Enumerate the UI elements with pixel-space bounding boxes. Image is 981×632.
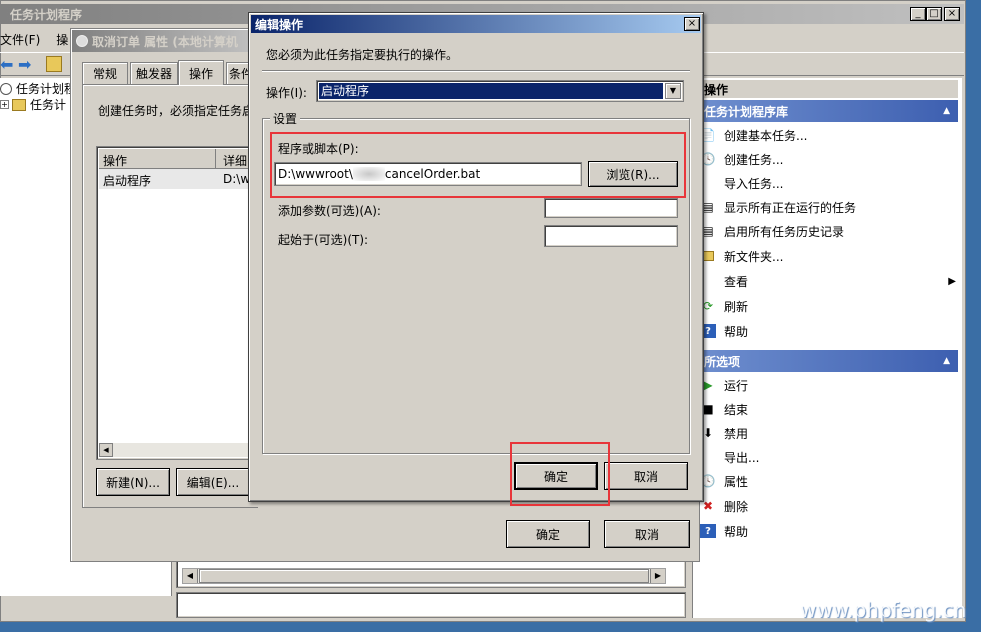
action-create-task[interactable]: 🕓 创建任务...: [700, 148, 784, 170]
collapse-icon[interactable]: ▲: [943, 106, 950, 116]
table-header: 操作 详细: [99, 149, 251, 169]
scroll-left-button[interactable]: ◀: [99, 443, 113, 457]
action-enable-history[interactable]: ▤ 启用所有任务历史记录: [700, 220, 844, 242]
tree-item-library[interactable]: + 任务计: [0, 96, 66, 113]
edit-action-button[interactable]: 编辑(E)...: [176, 468, 250, 496]
section-selected-header[interactable]: 所选项 ▲: [694, 350, 958, 372]
tab-actions[interactable]: 操作: [178, 60, 224, 85]
menu-action[interactable]: 操: [56, 31, 68, 48]
settings-group-label: 设置: [270, 110, 301, 127]
action-disable[interactable]: ⬇ 禁用: [700, 422, 748, 444]
collapse-icon[interactable]: ▲: [943, 356, 950, 366]
new-action-button[interactable]: 新建(N)...: [96, 468, 170, 496]
menu-file[interactable]: 文件(F): [0, 31, 40, 48]
dialog-title: 编辑操作: [255, 17, 304, 32]
args-label: 添加参数(可选)(A):: [278, 204, 381, 218]
dialog-separator: [262, 70, 690, 72]
dialog-instruction: 您必须为此任务指定要执行的操作。: [266, 48, 459, 62]
action-run[interactable]: ▶ 运行: [700, 374, 748, 396]
startin-label: 起始于(可选)(T):: [278, 233, 369, 247]
section-library-header[interactable]: 任务计划程序库 ▲: [694, 100, 958, 122]
watermark-logo: [815, 556, 965, 594]
startin-input[interactable]: [544, 225, 678, 247]
tab-general[interactable]: 常规: [82, 62, 128, 84]
highlight-program-box: [270, 132, 686, 198]
watermark-url: www.phpfeng.cn: [800, 598, 967, 622]
action-new-folder[interactable]: 新文件夹...: [700, 245, 783, 267]
action-import-task[interactable]: 导入任务...: [700, 172, 783, 194]
clock-icon: [0, 82, 12, 95]
action-create-basic-task[interactable]: 📄 创建基本任务...: [700, 124, 808, 146]
action-help-2[interactable]: ? 帮助: [700, 520, 748, 542]
horizontal-scrollbar[interactable]: ◀ ▶: [182, 568, 666, 584]
up-folder-icon[interactable]: [46, 56, 62, 72]
table-row[interactable]: 启动程序 D:\w: [99, 169, 251, 189]
submenu-arrow-icon: ▶: [948, 275, 956, 287]
column-details[interactable]: 详细: [223, 152, 247, 169]
action-view[interactable]: 查看 ▶: [700, 270, 956, 292]
tree-item-root[interactable]: 任务计划程: [0, 80, 76, 97]
expand-icon[interactable]: +: [0, 100, 9, 109]
close-main-button[interactable]: ×: [944, 7, 960, 21]
tab-triggers[interactable]: 触发器: [130, 62, 178, 84]
clock-icon: [76, 35, 88, 47]
action-select-value: 启动程序: [319, 83, 663, 99]
properties-cancel-button[interactable]: 取消: [604, 520, 690, 548]
chevron-down-icon[interactable]: ▼: [665, 83, 681, 99]
table-hscroll[interactable]: ◀: [99, 443, 251, 457]
dialog-titlebar: 编辑操作: [251, 15, 701, 33]
highlight-ok-box: [510, 442, 610, 506]
actions-pane-header: 操作: [694, 80, 958, 98]
scroll-right-button[interactable]: ▶: [650, 569, 665, 583]
args-input[interactable]: [544, 198, 678, 218]
action-help-1[interactable]: ? 帮助: [700, 320, 748, 342]
folder-icon: [12, 98, 26, 111]
back-arrow-icon[interactable]: ⬅: [0, 55, 13, 74]
main-window-title: 任务计划程序: [10, 7, 83, 22]
dialog-close-button[interactable]: ×: [684, 17, 700, 31]
maximize-button[interactable]: □: [926, 7, 942, 21]
action-refresh[interactable]: ⟳ 刷新: [700, 295, 748, 317]
scroll-thumb[interactable]: [199, 569, 649, 583]
scroll-left-button[interactable]: ◀: [183, 569, 198, 583]
action-export[interactable]: 导出...: [700, 446, 759, 468]
action-properties[interactable]: 🕓 属性: [700, 470, 749, 492]
action-select[interactable]: 启动程序 ▼: [316, 80, 684, 102]
minimize-button[interactable]: _: [910, 7, 926, 21]
help-icon: ?: [700, 524, 716, 538]
properties-ok-button[interactable]: 确定: [506, 520, 590, 548]
actions-tab-description: 创建任务时，必须指定任务启: [98, 104, 248, 118]
dialog-cancel-button[interactable]: 取消: [604, 462, 688, 490]
action-show-running[interactable]: ▤ 显示所有正在运行的任务: [700, 196, 856, 218]
actions-table: 操作 详细 启动程序 D:\w ◀: [96, 146, 252, 460]
action-delete[interactable]: ✖ 删除: [700, 495, 748, 517]
properties-titlebar: 取消订单 属性 (本地计算机: [72, 30, 252, 52]
column-action[interactable]: 操作: [103, 152, 127, 169]
forward-arrow-icon[interactable]: ➡: [18, 55, 31, 74]
center-list-area-2: [176, 592, 686, 618]
action-label: 操作(I):: [266, 86, 307, 100]
action-end[interactable]: ■ 结束: [700, 398, 748, 420]
